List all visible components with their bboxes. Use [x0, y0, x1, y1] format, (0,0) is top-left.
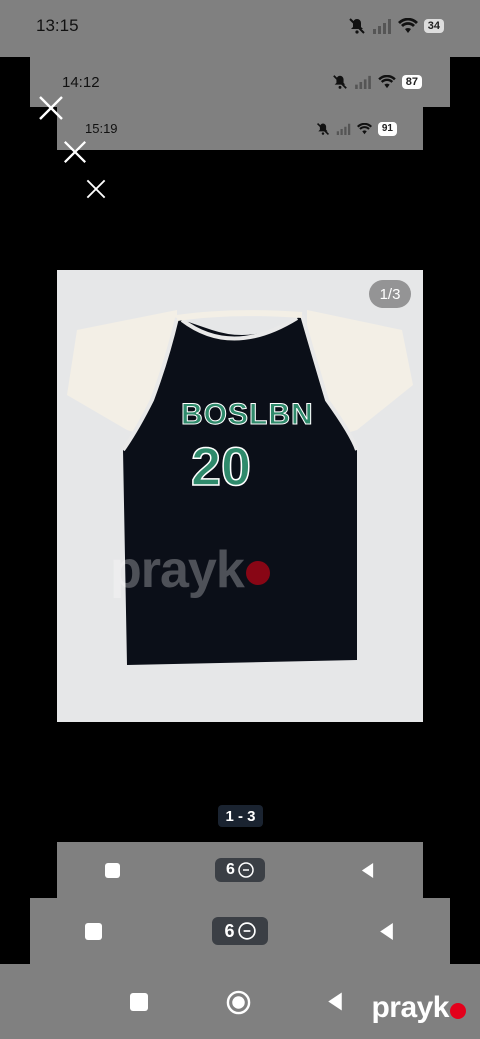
- signal-icon: [354, 75, 372, 89]
- wifi-icon: [356, 122, 372, 135]
- brand-name: prayk: [371, 991, 449, 1024]
- recents-count-pill[interactable]: 6: [212, 917, 268, 945]
- nav-bar-2: 6: [30, 898, 450, 964]
- battery-indicator-3: 91: [377, 121, 397, 136]
- jersey-number: 20: [190, 436, 252, 498]
- status-time-2: 14:12: [62, 73, 100, 91]
- status-bar-2: 14:12 87: [30, 57, 450, 107]
- back-icon[interactable]: [360, 862, 375, 879]
- mute-bell-icon: [348, 17, 366, 35]
- home-icon: [226, 990, 251, 1015]
- minus-circle-icon: [237, 922, 256, 940]
- close-button-3[interactable]: [85, 178, 107, 200]
- mute-bell-icon: [332, 74, 348, 90]
- page-indicator: 1 - 3: [218, 805, 263, 827]
- recents-count: 6: [226, 861, 235, 878]
- close-icon: [62, 139, 88, 165]
- image-counter-badge: 1/3: [369, 280, 411, 308]
- signal-icon: [372, 18, 392, 34]
- brand-dot: [450, 1003, 466, 1019]
- recents-button[interactable]: [104, 862, 120, 878]
- jersey-lettering: BOSLBN: [181, 398, 314, 432]
- status-icons-2: 87: [332, 74, 422, 90]
- watermark-dot: [245, 561, 270, 586]
- status-icons-1: 34: [348, 17, 444, 35]
- close-icon: [37, 94, 65, 122]
- status-icons-3: 91: [316, 121, 397, 136]
- battery-indicator-2: 87: [401, 75, 422, 89]
- close-button-2[interactable]: [62, 139, 88, 165]
- product-image[interactable]: BOSLBN 20 1/3: [57, 270, 423, 722]
- wifi-icon: [397, 17, 418, 34]
- status-time-3: 15:19: [85, 121, 118, 136]
- nav-bar-1: prayk: [0, 964, 480, 1039]
- status-bar-1: 13:15 34: [0, 0, 480, 57]
- watermark-text: prayk: [110, 541, 245, 599]
- recents-button[interactable]: [85, 922, 102, 940]
- recents-count-pill[interactable]: 6: [214, 858, 265, 882]
- recents-button[interactable]: [130, 993, 148, 1011]
- wifi-icon: [378, 75, 396, 89]
- home-button[interactable]: [226, 990, 251, 1015]
- recents-count: 6: [224, 920, 235, 941]
- brand-logo: prayk: [371, 991, 466, 1025]
- close-button-1[interactable]: [37, 94, 65, 122]
- watermark: prayk: [110, 540, 270, 600]
- signal-icon: [336, 123, 351, 135]
- minus-circle-icon: [238, 862, 254, 878]
- status-bar-3: 15:19 91: [57, 107, 423, 150]
- close-icon: [85, 178, 107, 200]
- nav-bar-3: 6: [57, 842, 423, 898]
- mute-bell-icon: [316, 122, 330, 136]
- status-time-1: 13:15: [36, 15, 79, 35]
- back-icon[interactable]: [378, 922, 395, 941]
- battery-indicator-1: 34: [423, 18, 444, 33]
- back-icon[interactable]: [326, 991, 344, 1012]
